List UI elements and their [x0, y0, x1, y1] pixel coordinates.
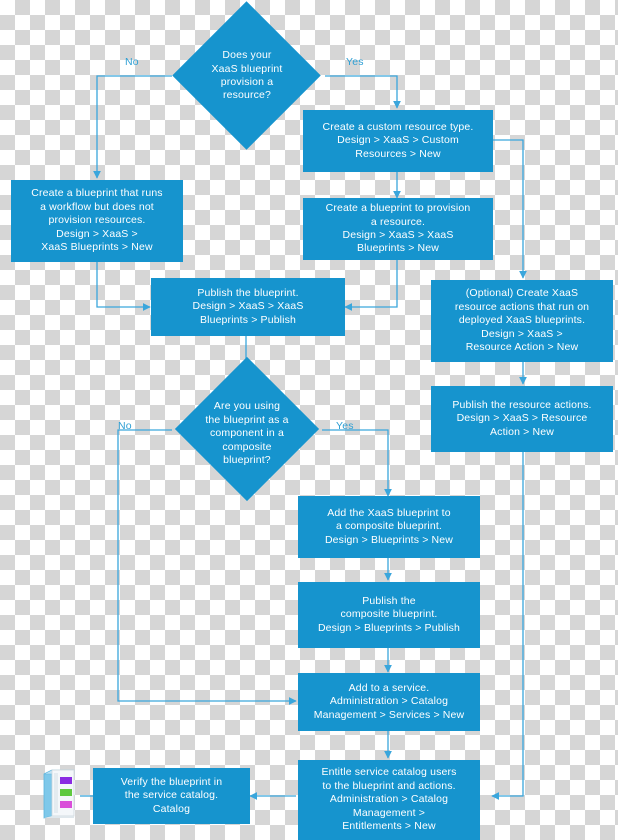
step-create-resource-action[interactable]: (Optional) Create XaaS resource actions … [431, 280, 613, 362]
step-create-custom-resource-type-text: Create a custom resource type. Design > … [322, 120, 474, 160]
step-publish-composite-blueprint[interactable]: Publish the composite blueprint. Design … [298, 582, 480, 648]
server-bar-magenta [60, 801, 72, 808]
step-create-provision-blueprint[interactable]: Create a blueprint to provision a resour… [303, 198, 493, 260]
step-add-to-service[interactable]: Add to a service. Administration > Catal… [298, 673, 480, 731]
step-create-workflow-blueprint-text: Create a blueprint that runs a workflow … [31, 187, 163, 254]
step-entitle-catalog-users-text: Entitle service catalog users to the blu… [321, 766, 457, 833]
step-publish-resource-actions[interactable]: Publish the resource actions. Design > X… [431, 386, 613, 452]
step-verify-blueprint-text: Verify the blueprint in the service cata… [120, 775, 223, 815]
edge-label-d2-yes: Yes [336, 420, 354, 432]
step-add-to-composite-blueprint[interactable]: Add the XaaS blueprint to a composite bl… [298, 496, 480, 558]
step-entitle-catalog-users[interactable]: Entitle service catalog users to the blu… [298, 760, 480, 840]
edge-label-d1-yes: Yes [346, 56, 364, 68]
server-side-panel [43, 769, 53, 819]
decision-provision-resource-label: Does your XaaS blueprint provision a res… [211, 49, 283, 102]
server-bar-green [60, 789, 72, 796]
server-bar-purple [60, 777, 72, 784]
step-publish-resource-actions-text: Publish the resource actions. Design > X… [452, 398, 592, 438]
server-vent-strip [54, 773, 58, 813]
edge-label-d1-no: No [125, 56, 139, 68]
decision-composite-blueprint-label: Are you using the blueprint as a compone… [205, 400, 289, 467]
edge-publishaction-to-entitle [491, 452, 524, 800]
step-create-resource-action-text: (Optional) Create XaaS resource actions … [454, 287, 590, 354]
step-publish-blueprint-text: Publish the blueprint. Design > XaaS > X… [192, 286, 304, 326]
step-add-to-composite-blueprint-text: Add the XaaS blueprint to a composite bl… [324, 506, 454, 546]
step-add-to-service-text: Add to a service. Administration > Catal… [313, 681, 465, 721]
edge-d1-yes [325, 75, 401, 109]
edge-label-d2-no: No [118, 420, 132, 432]
step-create-workflow-blueprint[interactable]: Create a blueprint that runs a workflow … [11, 180, 183, 262]
flowchart-canvas: No Yes No Yes Does your XaaS blueprint p… [0, 0, 618, 840]
edge-provision-to-publish [344, 260, 398, 311]
edge-d2-yes [322, 429, 392, 497]
step-verify-blueprint[interactable]: Verify the blueprint in the service cata… [93, 768, 250, 824]
edge-workflow-to-publish [96, 262, 151, 311]
edge-custom-to-action [493, 139, 527, 279]
step-publish-blueprint[interactable]: Publish the blueprint. Design > XaaS > X… [151, 278, 345, 336]
step-create-custom-resource-type[interactable]: Create a custom resource type. Design > … [303, 110, 493, 172]
service-catalog-server-icon [42, 768, 76, 820]
edge-d1-no [93, 75, 172, 179]
step-create-provision-blueprint-text: Create a blueprint to provision a resour… [325, 202, 471, 255]
step-publish-composite-blueprint-text: Publish the composite blueprint. Design … [317, 594, 461, 634]
service-catalog-server-icon-svg [43, 769, 75, 819]
